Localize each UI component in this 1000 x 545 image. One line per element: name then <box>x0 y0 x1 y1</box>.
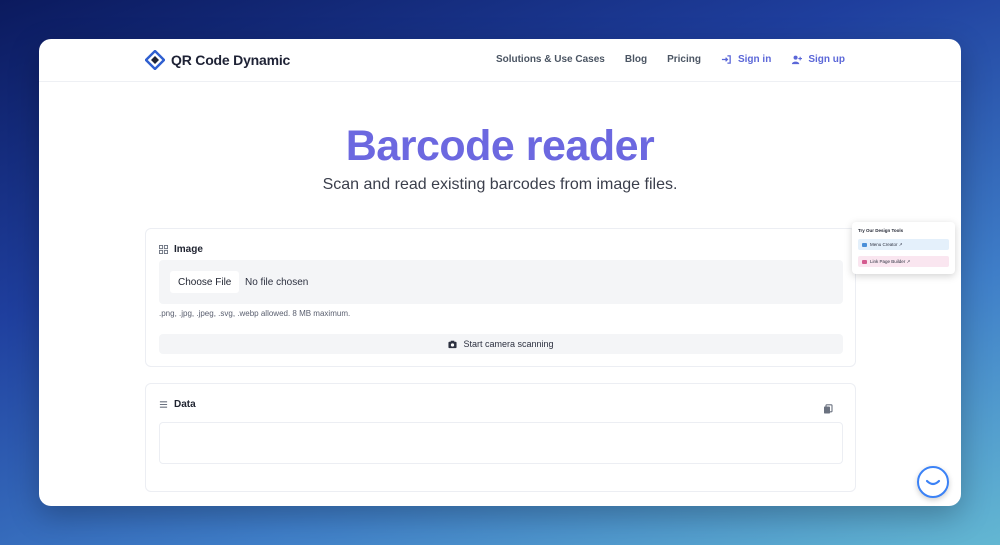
promo-link-page-builder[interactable]: Link Page Builder ↗ <box>858 256 949 267</box>
image-card-header: Image <box>159 244 203 255</box>
copy-icon[interactable] <box>823 404 833 414</box>
choose-file-button[interactable]: Choose File <box>170 271 240 293</box>
image-upload-card: Image Choose File No file chosen .png, .… <box>145 228 856 367</box>
list-icon <box>159 401 168 408</box>
start-camera-label: Start camera scanning <box>463 339 554 349</box>
sign-in-link[interactable]: Sign in <box>721 54 771 65</box>
nav-link-solutions[interactable]: Solutions & Use Cases <box>496 54 605 65</box>
file-input[interactable]: Choose File No file chosen <box>159 260 843 304</box>
navbar: QR Code Dynamic Solutions & Use Cases Bl… <box>39 39 961 82</box>
brand-name: QR Code Dynamic <box>171 52 291 68</box>
page-subtitle: Scan and read existing barcodes from ima… <box>322 176 678 193</box>
qr-diamond-icon <box>145 50 165 70</box>
promo-title: Try Our Design Tools <box>858 228 904 233</box>
sign-in-label: Sign in <box>737 54 772 65</box>
data-card-header: Data <box>159 399 196 410</box>
menu-creator-icon <box>862 242 867 247</box>
user-plus-icon <box>792 55 803 65</box>
image-card-label: Image <box>174 244 203 255</box>
data-output-card: Data <box>145 383 856 492</box>
sign-up-label: Sign up <box>808 54 845 65</box>
nav-links: Solutions & Use Cases Blog Pricing Sign … <box>496 54 845 65</box>
nav-link-blog[interactable]: Blog <box>625 54 647 65</box>
chat-icon <box>925 479 941 486</box>
promo-menu-creator[interactable]: Menu Creator ↗ <box>858 239 949 250</box>
design-tools-promo: Try Our Design Tools Menu Creator ↗ Link… <box>852 222 955 274</box>
grid-icon <box>159 245 168 254</box>
chat-widget-button[interactable] <box>917 466 949 498</box>
promo-link-page-label: Link Page Builder ↗ <box>870 258 911 264</box>
camera-icon <box>448 340 458 348</box>
sign-up-link[interactable]: Sign up <box>791 54 845 65</box>
brand-logo[interactable]: QR Code Dynamic <box>145 50 290 70</box>
start-camera-button[interactable]: Start camera scanning <box>159 334 843 354</box>
link-icon <box>862 259 867 264</box>
nav-link-pricing[interactable]: Pricing <box>667 54 701 65</box>
data-card-label: Data <box>174 399 196 410</box>
promo-menu-creator-label: Menu Creator ↗ <box>870 241 903 247</box>
page-title: Barcode reader <box>345 122 655 170</box>
browser-window: QR Code Dynamic Solutions & Use Cases Bl… <box>39 39 961 506</box>
file-status: No file chosen <box>245 277 309 288</box>
login-arrow-icon <box>721 55 731 64</box>
data-output-field[interactable] <box>159 422 843 464</box>
file-format-hint: .png, .jpg, .jpeg, .svg, .webp allowed. … <box>159 309 351 318</box>
